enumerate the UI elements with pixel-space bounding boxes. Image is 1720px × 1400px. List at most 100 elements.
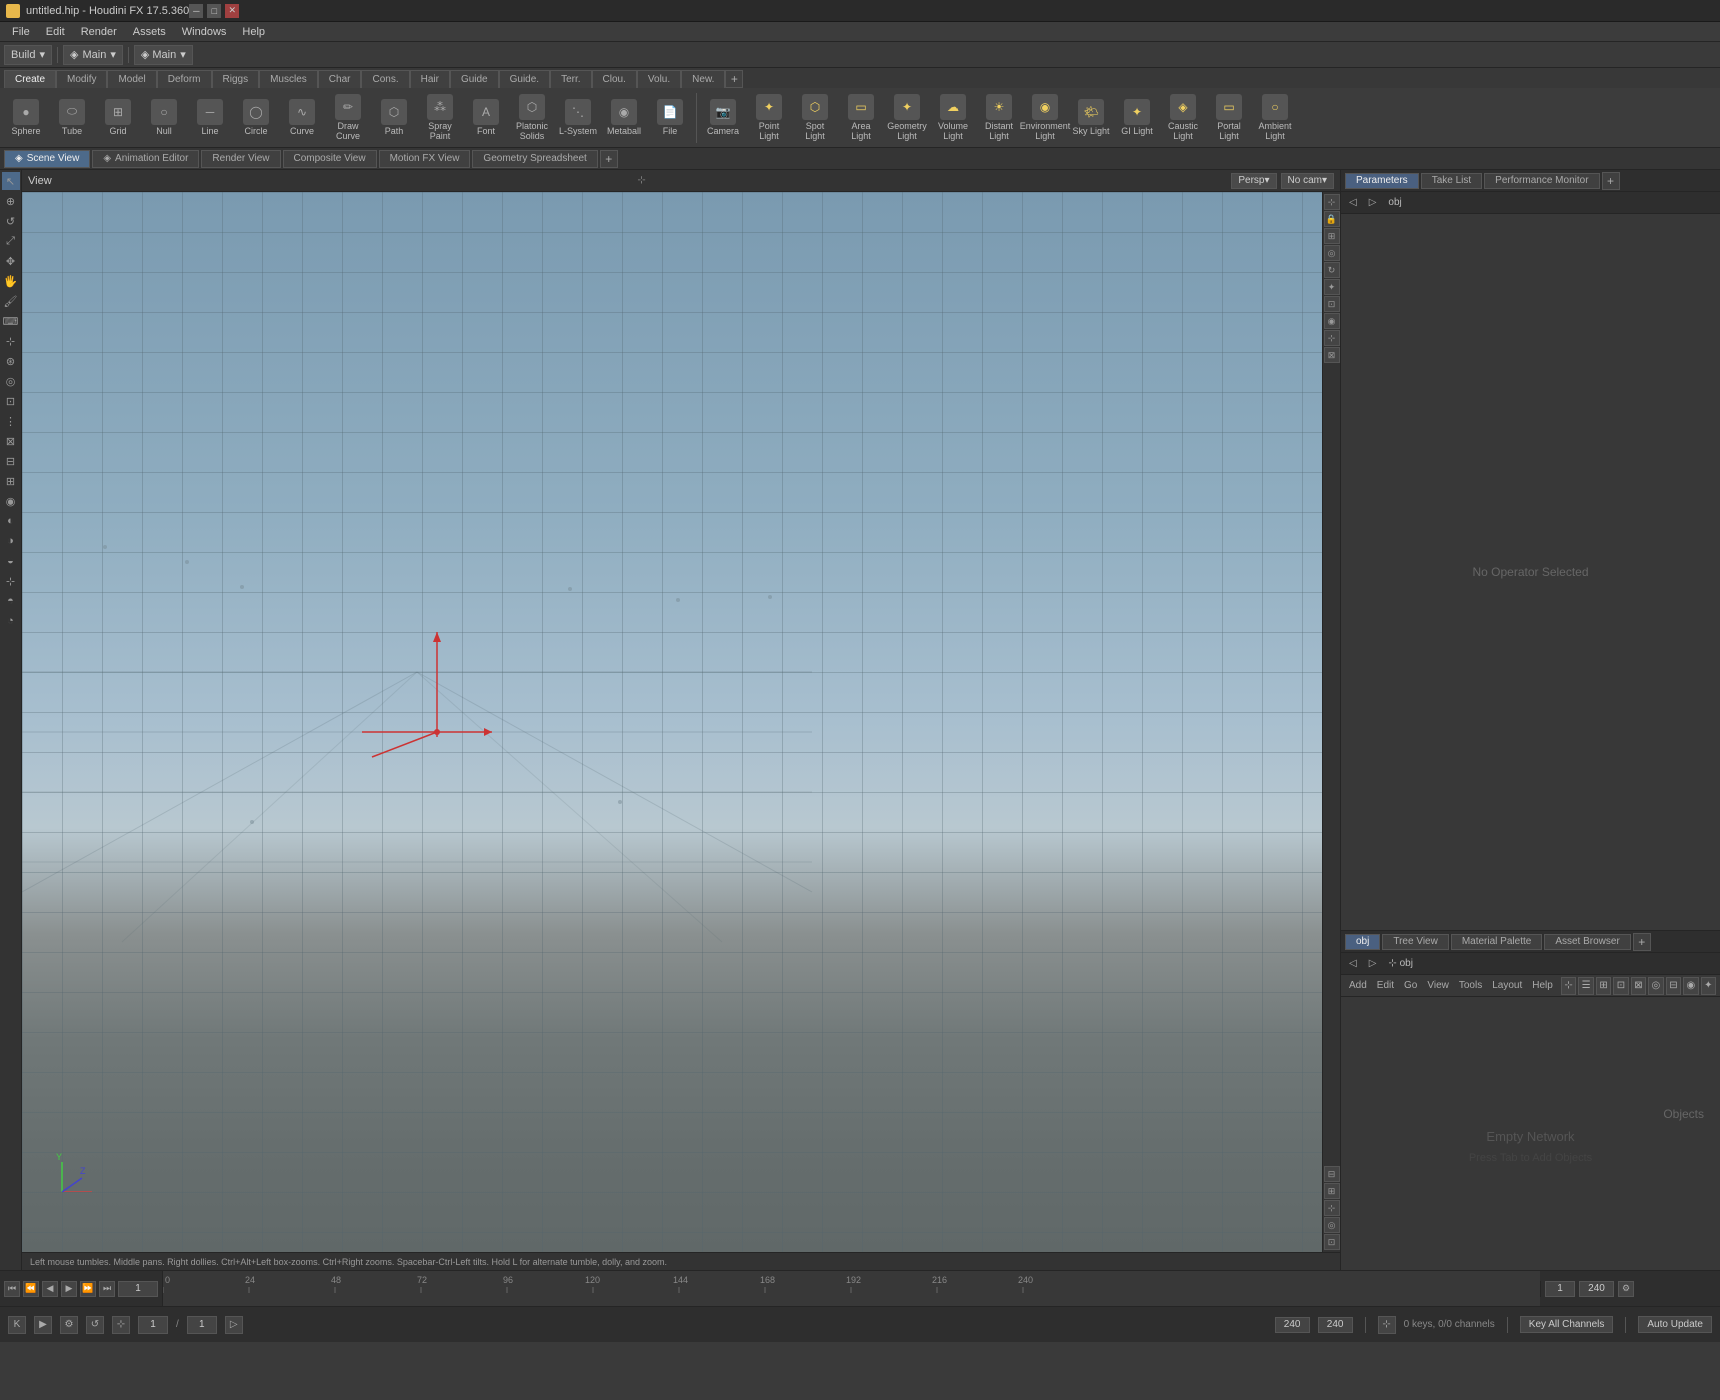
menu-file[interactable]: File [4,24,38,40]
rbp-layout-btn[interactable]: Layout [1488,980,1526,991]
menu-render[interactable]: Render [73,24,125,40]
menu-help[interactable]: Help [234,24,273,40]
shelf-tool-metaball[interactable]: ◉ Metaball [602,97,646,139]
left-tool-11[interactable]: ◎ [2,372,20,390]
vp-right-6[interactable]: ✦ [1324,279,1340,295]
left-tool-20[interactable]: ◒ [2,552,20,570]
statusbar-subframe-input[interactable] [187,1316,217,1334]
shelf-tab-volu[interactable]: Volu. [637,70,681,88]
status-reload-btn[interactable]: ↺ [86,1316,104,1334]
shelf-tool-line[interactable]: ─ Line [188,97,232,139]
status-play-btn[interactable]: ▶ [34,1316,52,1334]
rp-add-tab[interactable]: + [1602,172,1620,190]
shelf-tab-char[interactable]: Char [318,70,362,88]
rbp-tab-obj[interactable]: obj [1345,934,1380,950]
vp-right-10[interactable]: ⊠ [1324,347,1340,363]
main-right-dropdown[interactable]: ◈ Main ▾ [134,45,193,65]
timeline-track[interactable]: 0 24 48 72 96 120 144 168 192 216 240 [162,1271,1540,1306]
shelf-tool-grid[interactable]: ⊞ Grid [96,97,140,139]
rbp-help-btn[interactable]: Help [1528,980,1557,991]
vp-right-bottom-1[interactable]: ⊟ [1324,1166,1340,1182]
rbp-icon-7[interactable]: ⊟ [1666,977,1681,995]
scale-tool[interactable]: ⤢ [2,232,20,250]
shelf-tool-arealight[interactable]: ▭ Area Light [839,92,883,144]
left-tool-10[interactable]: ⊛ [2,352,20,370]
tab-take-list[interactable]: Take List [1421,173,1482,189]
restore-button[interactable]: □ [207,4,221,18]
rbp-tab-asset-browser[interactable]: Asset Browser [1544,934,1630,950]
shelf-tool-platonic[interactable]: ⬡ Platonic Solids [510,92,554,144]
left-tool-18[interactable]: ◐ [2,512,20,530]
left-tool-21[interactable]: ⊹ [2,572,20,590]
tab-performance-monitor[interactable]: Performance Monitor [1484,173,1599,189]
vp-right-bottom-4[interactable]: ◎ [1324,1217,1340,1233]
shelf-tab-new[interactable]: New. [681,70,725,88]
tl-frame-input[interactable] [118,1281,158,1297]
shelf-add-tab[interactable]: + [725,70,743,88]
rbp-add-tab[interactable]: + [1633,933,1651,951]
rbp-view-btn[interactable]: View [1423,980,1453,991]
left-tool-17[interactable]: ◉ [2,492,20,510]
shelf-tab-terr[interactable]: Terr. [550,70,591,88]
tl-next-key[interactable]: ⏩ [80,1281,96,1297]
shelf-tab-deform[interactable]: Deform [157,70,212,88]
left-tool-12[interactable]: ⊡ [2,392,20,410]
shelf-tool-tube[interactable]: ⬭ Tube [50,97,94,139]
statusbar-frame-input[interactable] [138,1316,168,1334]
shelf-tab-riggs[interactable]: Riggs [212,70,260,88]
left-tool-14[interactable]: ⊠ [2,432,20,450]
tab-animation-editor[interactable]: ◈ Animation Editor [92,150,199,168]
status-key-btn[interactable]: K [8,1316,26,1334]
tab-parameters[interactable]: Parameters [1345,173,1419,189]
shelf-tab-muscles[interactable]: Muscles [259,70,318,88]
tab-motion-fx[interactable]: Motion FX View [379,150,471,168]
rp-forward-btn[interactable]: ▷ [1365,197,1381,208]
close-button[interactable]: ✕ [225,4,239,18]
status-settings-btn[interactable]: ⚙ [60,1316,78,1334]
rbp-back-btn[interactable]: ◁ [1345,958,1361,969]
left-tool-22[interactable]: ◓ [2,592,20,610]
rbp-icon-5[interactable]: ⊠ [1631,977,1646,995]
shelf-tool-ambientlight[interactable]: ○ Ambient Light [1253,92,1297,144]
camera-dropdown[interactable]: No cam ▾ [1281,173,1334,189]
shelf-tab-hair[interactable]: Hair [410,70,450,88]
status-fps-btn[interactable]: ⊹ [112,1316,130,1334]
sculpt-tool[interactable]: ⌨ [2,312,20,330]
vp-right-7[interactable]: ⊡ [1324,296,1340,312]
shelf-tab-modify[interactable]: Modify [56,70,107,88]
rbp-tab-material-palette[interactable]: Material Palette [1451,934,1542,950]
tl-play-forward[interactable]: ▶ [61,1281,77,1297]
shelf-tool-file[interactable]: 📄 File [648,97,692,139]
tl-jump-start[interactable]: ⏮ [4,1281,20,1297]
shelf-tool-volumelight[interactable]: ☁ Volume Light [931,92,975,144]
vp-right-1[interactable]: ⊹ [1324,194,1340,210]
paint-tool[interactable]: 🖌 [2,292,20,310]
shelf-tab-model[interactable]: Model [107,70,156,88]
shelf-tool-drawcurve[interactable]: ✏ Draw Curve [326,92,370,144]
tl-play-back[interactable]: ◀ [42,1281,58,1297]
shelf-tool-distantlight[interactable]: ☀ Distant Light [977,92,1021,144]
tab-scene-view[interactable]: ◈ Scene View [4,150,90,168]
menu-edit[interactable]: Edit [38,24,73,40]
select-tool[interactable]: ↖ [2,172,20,190]
tl-settings[interactable]: ⚙ [1618,1281,1634,1297]
pose-tool[interactable]: 🖐 [2,272,20,290]
vp-right-9[interactable]: ⊹ [1324,330,1340,346]
shelf-tab-guide[interactable]: Guide [450,70,499,88]
tab-composite-view[interactable]: Composite View [283,150,377,168]
rbp-add-btn[interactable]: Add [1345,980,1371,991]
viewport-canvas[interactable]: X Y Z [22,192,1322,1252]
tl-end-input[interactable] [1579,1281,1614,1297]
rbp-tab-tree-view[interactable]: Tree View [1382,934,1448,950]
rbp-edit-btn[interactable]: Edit [1373,980,1398,991]
shelf-tool-circle[interactable]: ◯ Circle [234,97,278,139]
vp-right-2[interactable]: 🔒 [1324,211,1340,227]
rbp-icon-2[interactable]: ☰ [1578,977,1593,995]
tl-start-input[interactable] [1545,1281,1575,1297]
left-tool-15[interactable]: ⊟ [2,452,20,470]
tl-jump-end[interactable]: ⏭ [99,1281,115,1297]
left-tool-23[interactable]: ◔ [2,612,20,630]
handle-tool[interactable]: ✥ [2,252,20,270]
left-tool-16[interactable]: ⊞ [2,472,20,490]
left-tool-9[interactable]: ⊹ [2,332,20,350]
